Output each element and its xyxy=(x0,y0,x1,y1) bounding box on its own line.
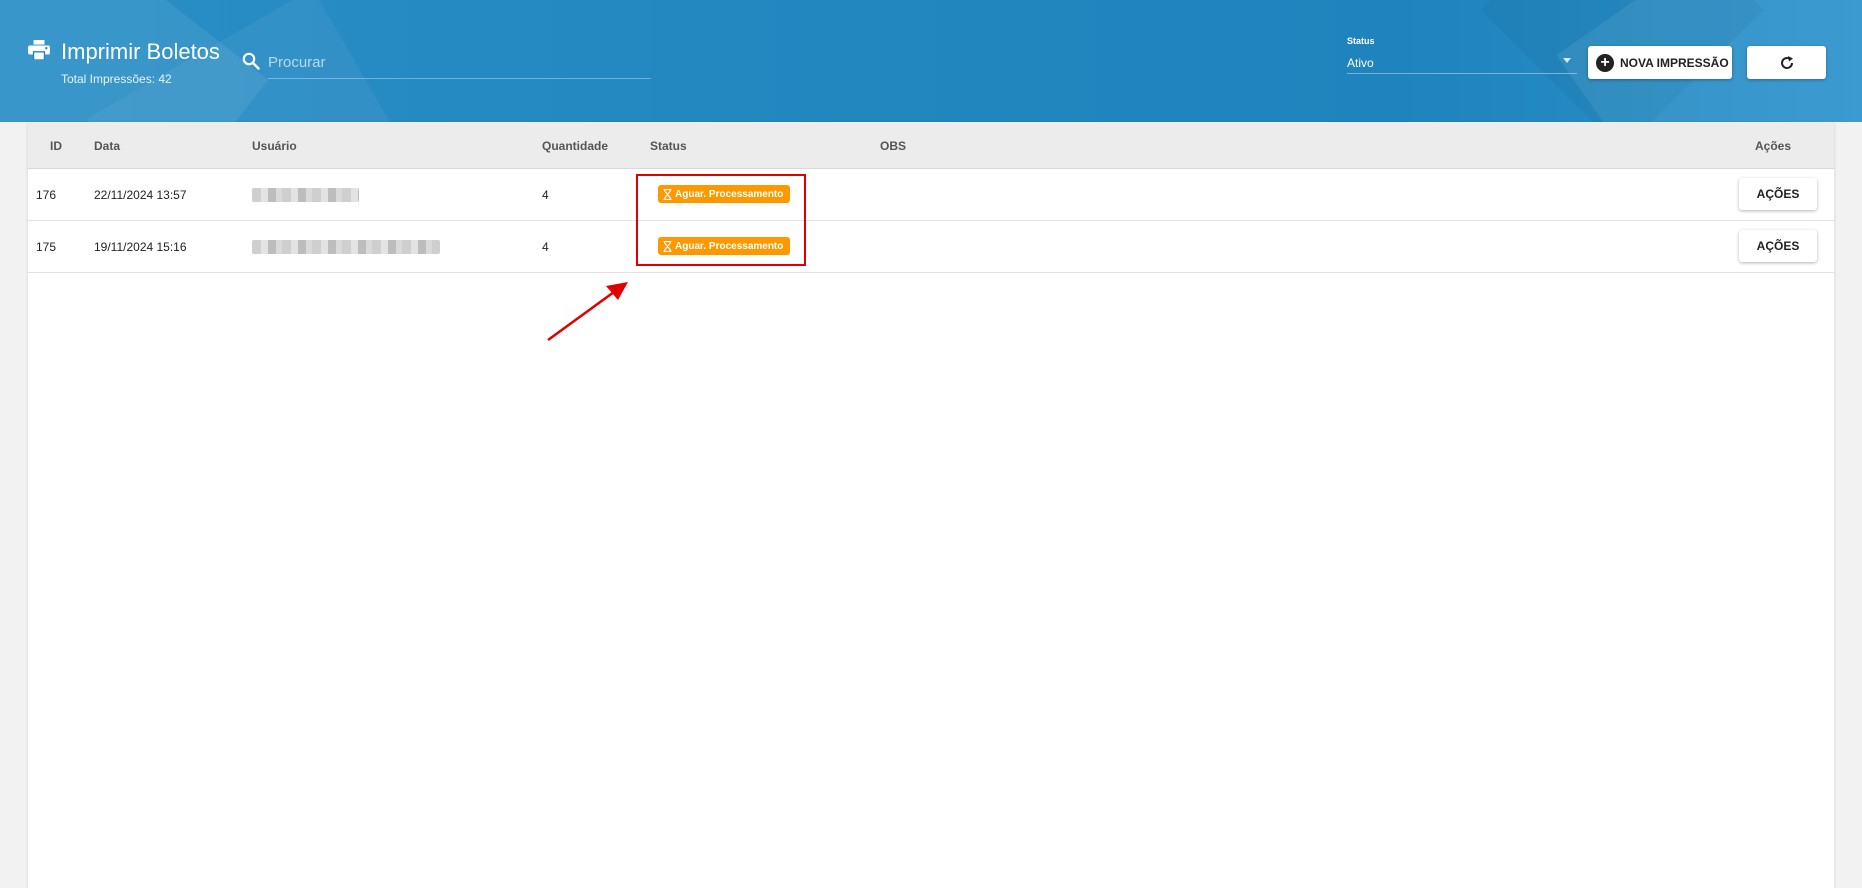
refresh-button[interactable] xyxy=(1747,46,1826,79)
table-header: ID Data Usuário Quantidade Status OBS Aç… xyxy=(28,122,1834,169)
app-header: Imprimir Boletos Total Impressões: 42 St… xyxy=(0,0,1862,122)
status-filter-value: Ativo xyxy=(1347,56,1374,70)
column-header-user[interactable]: Usuário xyxy=(252,139,297,153)
refresh-icon xyxy=(1780,55,1793,69)
table-row[interactable]: 176 22/11/2024 13:57 4 Aguar. Processame… xyxy=(28,169,1834,221)
table-row[interactable]: 175 19/11/2024 15:16 4 Aguar. Processame… xyxy=(28,221,1834,273)
new-print-label: NOVA IMPRESSÃO xyxy=(1620,55,1729,70)
page-title: Imprimir Boletos xyxy=(61,39,220,64)
column-header-actions: Ações xyxy=(1755,139,1792,153)
total-impressions: Total Impressões: 42 xyxy=(61,72,172,86)
column-header-status[interactable]: Status xyxy=(650,139,687,153)
column-header-obs[interactable]: OBS xyxy=(880,139,906,153)
actions-button[interactable]: AÇÕES xyxy=(1739,178,1817,210)
cell-date: 22/11/2024 13:57 xyxy=(94,188,187,202)
printer-icon xyxy=(28,40,50,60)
search-input[interactable] xyxy=(268,46,651,79)
cell-user-redacted xyxy=(252,240,440,254)
cell-id: 176 xyxy=(36,188,57,202)
cell-date: 19/11/2024 15:16 xyxy=(94,240,187,254)
caret-down-icon xyxy=(1563,58,1571,63)
plus-circle-icon: + xyxy=(1596,53,1614,72)
cell-user-redacted xyxy=(252,188,359,202)
column-header-id[interactable]: ID xyxy=(50,139,62,153)
cell-id: 175 xyxy=(36,240,57,254)
new-print-button[interactable]: + NOVA IMPRESSÃO xyxy=(1588,46,1732,79)
annotation-highlight-box xyxy=(636,174,806,266)
column-header-quantity[interactable]: Quantidade xyxy=(542,139,608,153)
status-filter-label: Status xyxy=(1347,36,1375,46)
actions-button[interactable]: AÇÕES xyxy=(1739,230,1817,262)
search-icon xyxy=(242,52,260,70)
print-list-panel: ID Data Usuário Quantidade Status OBS Aç… xyxy=(28,122,1834,888)
cell-quantity: 4 xyxy=(542,188,549,202)
column-header-date[interactable]: Data xyxy=(94,139,120,153)
status-filter-select[interactable]: Ativo xyxy=(1347,50,1577,74)
annotation-arrow-icon xyxy=(547,282,628,342)
cell-quantity: 4 xyxy=(542,240,549,254)
